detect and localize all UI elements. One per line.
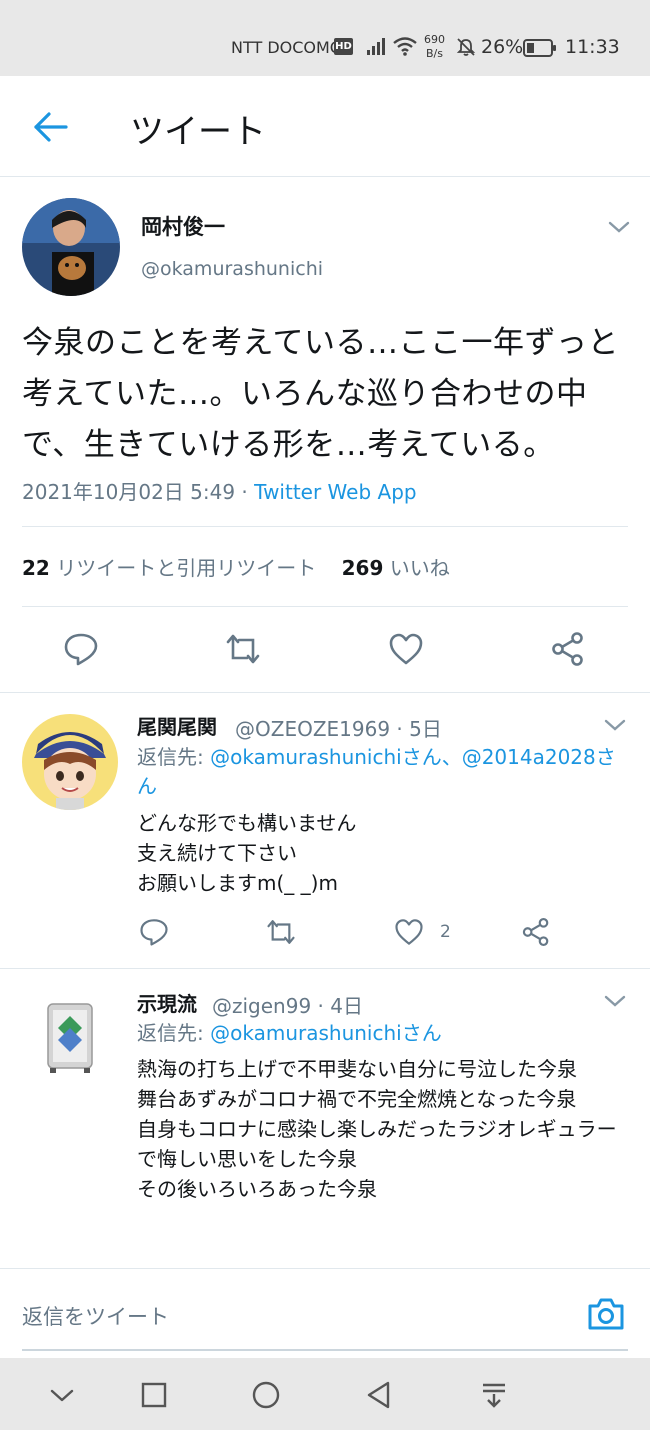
tweet-source[interactable]: Twitter Web App — [254, 480, 416, 504]
chevron-down-icon[interactable] — [608, 220, 630, 234]
reply-input[interactable]: 返信をツイート — [22, 1301, 169, 1331]
reply-like-count: 2 — [440, 922, 451, 942]
reply-author-meta: @zigen99 · 4日 — [212, 994, 363, 1018]
retweet-icon[interactable] — [266, 917, 296, 947]
network-speed: 690 B/s — [424, 33, 445, 61]
reply-author-meta: @OZEOZE1969 · 5日 — [235, 717, 442, 741]
reply-text-line: 自身もコロナに感染し楽しみだったラジオレギュラーで悔しい思いをした今泉 — [137, 1117, 617, 1171]
back-arrow-icon[interactable] — [32, 108, 70, 146]
tweet-text: 今泉のことを考えている…ここ一年ずっと考えていた…。いろんな巡り合わせの中で、生… — [22, 325, 619, 463]
reply-avatar[interactable] — [22, 714, 118, 810]
divider — [0, 968, 650, 969]
author-name[interactable]: 岡村俊一 — [141, 211, 225, 241]
battery-icon — [523, 39, 556, 57]
reply-author-name[interactable]: 尾関尾関 — [137, 711, 217, 740]
chevron-down-icon[interactable] — [604, 718, 626, 732]
retweet-stat[interactable]: 22 リツイートと引用リツイート — [22, 556, 316, 580]
wifi-icon — [393, 37, 417, 56]
camera-icon[interactable] — [586, 1296, 626, 1332]
clock: 11:33 — [565, 36, 620, 58]
retweet-label: リツイートと引用リツイート — [56, 556, 317, 580]
author-handle[interactable]: @okamurashunichi — [141, 258, 323, 280]
share-icon[interactable] — [550, 631, 586, 667]
reply-avatar[interactable] — [22, 990, 118, 1086]
tweet-timestamp[interactable]: 2021年10月02日 5:49 — [22, 480, 235, 504]
system-nav-bar — [0, 1358, 650, 1430]
reply-text: どんな形でも構いません 支え続けて下さい お願いしますm(_ _)m — [137, 808, 627, 898]
like-icon[interactable] — [394, 917, 424, 947]
like-stat[interactable]: 269 いいね — [342, 556, 450, 580]
nav-home-icon[interactable] — [251, 1380, 281, 1410]
nav-down-icon[interactable] — [47, 1380, 77, 1410]
tweet-stats: 22 リツイートと引用リツイート 269 いいね — [22, 552, 450, 581]
share-icon[interactable] — [521, 917, 551, 947]
chevron-down-icon[interactable] — [604, 994, 626, 1008]
battery-percent: 26% — [481, 36, 524, 58]
reply-text-line: 舞台あずみがコロナ禍で不完全燃焼となった今泉 — [137, 1087, 577, 1111]
reply-text-line: その後いろいろあった今泉 — [137, 1177, 377, 1201]
like-icon[interactable] — [388, 631, 424, 667]
meta-separator: · — [235, 480, 255, 504]
nav-recents-icon[interactable] — [139, 1380, 169, 1410]
status-bar: NTT DOCOMO HD 690 B/s 26% 11:33 — [0, 0, 650, 76]
carrier-label: NTT DOCOMO — [231, 38, 343, 57]
app-header: ツイート — [0, 76, 650, 177]
divider — [0, 692, 650, 693]
compose-bar: 返信をツイート — [0, 1268, 650, 1358]
divider — [22, 606, 628, 607]
reply-to-line: 返信先: @okamurashunichiさん — [137, 1019, 627, 1048]
reply-icon[interactable] — [139, 917, 169, 947]
nav-notification-icon[interactable] — [479, 1380, 509, 1410]
reply-text: 熱海の打ち上げで不甲斐ない自分に号泣した今泉 舞台あずみがコロナ禍で不完全燃焼と… — [137, 1054, 622, 1204]
reply-text-line: 支え続けて下さい — [137, 841, 297, 865]
reply-text-line: どんな形でも構いません — [137, 811, 357, 835]
compose-underline — [22, 1349, 628, 1351]
page-title: ツイート — [130, 112, 266, 152]
divider — [22, 526, 628, 527]
reply-to-line: 返信先: @okamurashunichiさん、@2014a2028さん — [137, 743, 627, 801]
reply-to-mentions[interactable]: @okamurashunichiさん — [210, 1021, 442, 1045]
reply-to-label: 返信先: — [137, 1021, 211, 1045]
tweet-meta: 2021年10月02日 5:49 · Twitter Web App — [22, 476, 417, 505]
retweet-count: 22 — [22, 556, 50, 580]
like-count: 269 — [341, 556, 384, 580]
reply-author-name[interactable]: 示現流 — [137, 988, 197, 1017]
bell-off-icon — [456, 38, 476, 56]
reply-text-line: お願いしますm(_ _)m — [137, 871, 338, 895]
author-avatar[interactable] — [22, 198, 120, 296]
net-speed-value: 690 — [424, 33, 445, 46]
signal-icon — [367, 38, 385, 55]
net-speed-unit: B/s — [426, 47, 443, 60]
reply-text-line: 熱海の打ち上げで不甲斐ない自分に号泣した今泉 — [137, 1057, 577, 1081]
like-label: いいね — [389, 556, 450, 580]
retweet-icon[interactable] — [225, 631, 261, 667]
reply-to-label: 返信先: — [137, 745, 211, 769]
hd-badge: HD — [334, 38, 353, 55]
reply-icon[interactable] — [63, 631, 99, 667]
nav-back-icon[interactable] — [364, 1380, 394, 1410]
